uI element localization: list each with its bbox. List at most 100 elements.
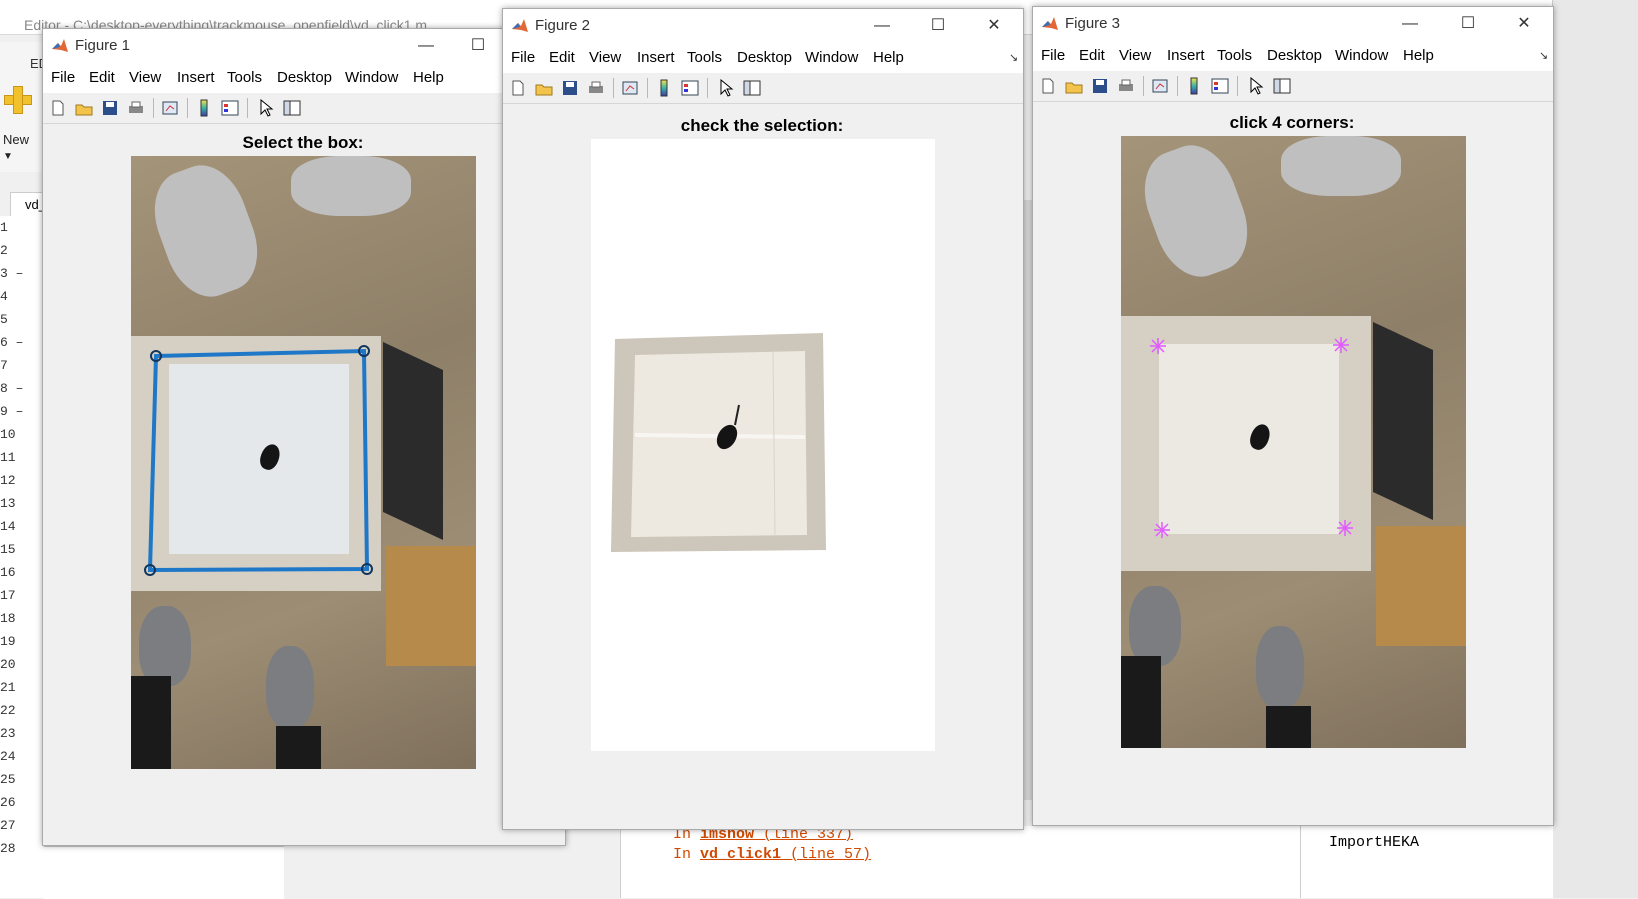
menu-tools[interactable]: Tools: [227, 69, 262, 86]
menu-window[interactable]: Window: [345, 69, 398, 86]
save-icon[interactable]: [561, 79, 579, 97]
figure-2-toolbar: [503, 73, 1023, 104]
property-inspector-icon[interactable]: [743, 79, 761, 97]
figure-3-window[interactable]: Figure 3 — ☐ ✕ File Edit View Insert Too…: [1032, 6, 1554, 826]
save-icon[interactable]: [101, 99, 119, 117]
menu-view[interactable]: View: [1119, 47, 1151, 64]
maximize-button[interactable]: ☐: [455, 29, 501, 63]
menu-insert[interactable]: Insert: [177, 69, 215, 86]
menu-help[interactable]: Help: [1403, 47, 1434, 64]
figure-1-titlebar[interactable]: Figure 1 — ☐: [43, 29, 565, 63]
legend-icon[interactable]: [221, 99, 239, 117]
link-plot-icon[interactable]: [1151, 77, 1169, 95]
warped-arena-image: [611, 333, 826, 552]
corner-markers-overlay: [1150, 337, 1353, 538]
pointer-icon[interactable]: [1247, 77, 1265, 95]
line-number: 9 –: [0, 404, 24, 419]
new-button-label[interactable]: New ▼: [3, 132, 29, 162]
line-number: 16: [0, 565, 16, 580]
matlab-logo-icon: [1042, 17, 1058, 30]
line-number: 23: [0, 726, 16, 741]
figure-1-image[interactable]: [131, 156, 476, 769]
workspace-item[interactable]: ImportHEKA: [1329, 834, 1419, 851]
menu-insert[interactable]: Insert: [1167, 47, 1205, 64]
line-number: 15: [0, 542, 16, 557]
line-number: 25: [0, 772, 16, 787]
menu-file[interactable]: File: [1041, 47, 1065, 64]
property-inspector-icon[interactable]: [1273, 77, 1291, 95]
menu-file[interactable]: File: [511, 49, 535, 66]
pointer-icon[interactable]: [717, 79, 735, 97]
menu-desktop[interactable]: Desktop: [737, 49, 792, 66]
colorbar-icon[interactable]: [655, 79, 673, 97]
menu-file[interactable]: File: [51, 69, 75, 86]
figure-1-window[interactable]: Figure 1 — ☐ File Edit View Insert Tools…: [42, 28, 566, 846]
line-number: 18: [0, 611, 16, 626]
legend-icon[interactable]: [681, 79, 699, 97]
background-right-panel: [1552, 0, 1638, 898]
colorbar-icon[interactable]: [1185, 77, 1203, 95]
maximize-button[interactable]: ☐: [1445, 7, 1491, 41]
new-figure-icon[interactable]: [49, 99, 67, 117]
property-inspector-icon[interactable]: [283, 99, 301, 117]
command-window[interactable]: In imshow (line 337) In vd_click1 (line …: [620, 826, 1301, 898]
figure-1-toolbar: [43, 93, 565, 124]
menu-tools[interactable]: Tools: [1217, 47, 1252, 64]
figure-3-image[interactable]: [1121, 136, 1466, 748]
figure-2-titlebar[interactable]: Figure 2 — ☐ ✕: [503, 9, 1023, 43]
menu-edit[interactable]: Edit: [89, 69, 115, 86]
selection-box[interactable]: [147, 348, 370, 573]
line-number: 22: [0, 703, 16, 718]
corner-marker-bottom-left: [1154, 522, 1170, 538]
new-figure-icon[interactable]: [1039, 77, 1057, 95]
line-number: 7: [0, 358, 8, 373]
open-file-icon[interactable]: [535, 79, 553, 97]
close-button[interactable]: ✕: [971, 9, 1017, 43]
pointer-icon[interactable]: [257, 99, 275, 117]
dock-arrow-icon[interactable]: ↘: [1009, 51, 1018, 64]
menu-edit[interactable]: Edit: [1079, 47, 1105, 64]
menu-help[interactable]: Help: [873, 49, 904, 66]
legend-icon[interactable]: [1211, 77, 1229, 95]
matlab-logo-icon: [512, 19, 528, 32]
menu-edit[interactable]: Edit: [549, 49, 575, 66]
print-icon[interactable]: [587, 79, 605, 97]
link-plot-icon[interactable]: [161, 99, 179, 117]
menu-tools[interactable]: Tools: [687, 49, 722, 66]
menu-view[interactable]: View: [129, 69, 161, 86]
dock-arrow-icon[interactable]: ↘: [1539, 49, 1548, 62]
figure-2-window[interactable]: Figure 2 — ☐ ✕ File Edit View Insert Too…: [502, 8, 1024, 830]
minimize-button[interactable]: —: [1387, 7, 1433, 41]
line-number: 27: [0, 818, 16, 833]
open-file-icon[interactable]: [1065, 77, 1083, 95]
menu-window[interactable]: Window: [1335, 47, 1388, 64]
selection-overlay[interactable]: [131, 156, 476, 769]
new-figure-icon[interactable]: [509, 79, 527, 97]
line-number: 3 –: [0, 266, 24, 281]
minimize-button[interactable]: —: [859, 9, 905, 43]
line-number: 10: [0, 427, 16, 442]
line-number: 8 –: [0, 381, 24, 396]
maximize-button[interactable]: ☐: [915, 9, 961, 43]
link-plot-icon[interactable]: [621, 79, 639, 97]
close-button[interactable]: ✕: [1501, 7, 1547, 41]
menu-help[interactable]: Help: [413, 69, 444, 86]
figure-2-axes[interactable]: [591, 139, 935, 751]
print-icon[interactable]: [1117, 77, 1135, 95]
figure-3-titlebar[interactable]: Figure 3 — ☐ ✕: [1033, 7, 1553, 41]
menu-desktop[interactable]: Desktop: [277, 69, 332, 86]
colorbar-icon[interactable]: [195, 99, 213, 117]
menu-insert[interactable]: Insert: [637, 49, 675, 66]
line-number: 20: [0, 657, 16, 672]
toolbar-separator: [153, 98, 154, 118]
menu-window[interactable]: Window: [805, 49, 858, 66]
cmd-line-2: In vd_click1 (line 57): [673, 846, 872, 863]
print-icon[interactable]: [127, 99, 145, 117]
open-file-icon[interactable]: [75, 99, 93, 117]
menu-desktop[interactable]: Desktop: [1267, 47, 1322, 64]
save-icon[interactable]: [1091, 77, 1109, 95]
minimize-button[interactable]: —: [403, 29, 449, 63]
cmd-link-vd-click1[interactable]: vd_click1: [700, 846, 781, 863]
new-file-icon[interactable]: [4, 86, 32, 114]
menu-view[interactable]: View: [589, 49, 621, 66]
